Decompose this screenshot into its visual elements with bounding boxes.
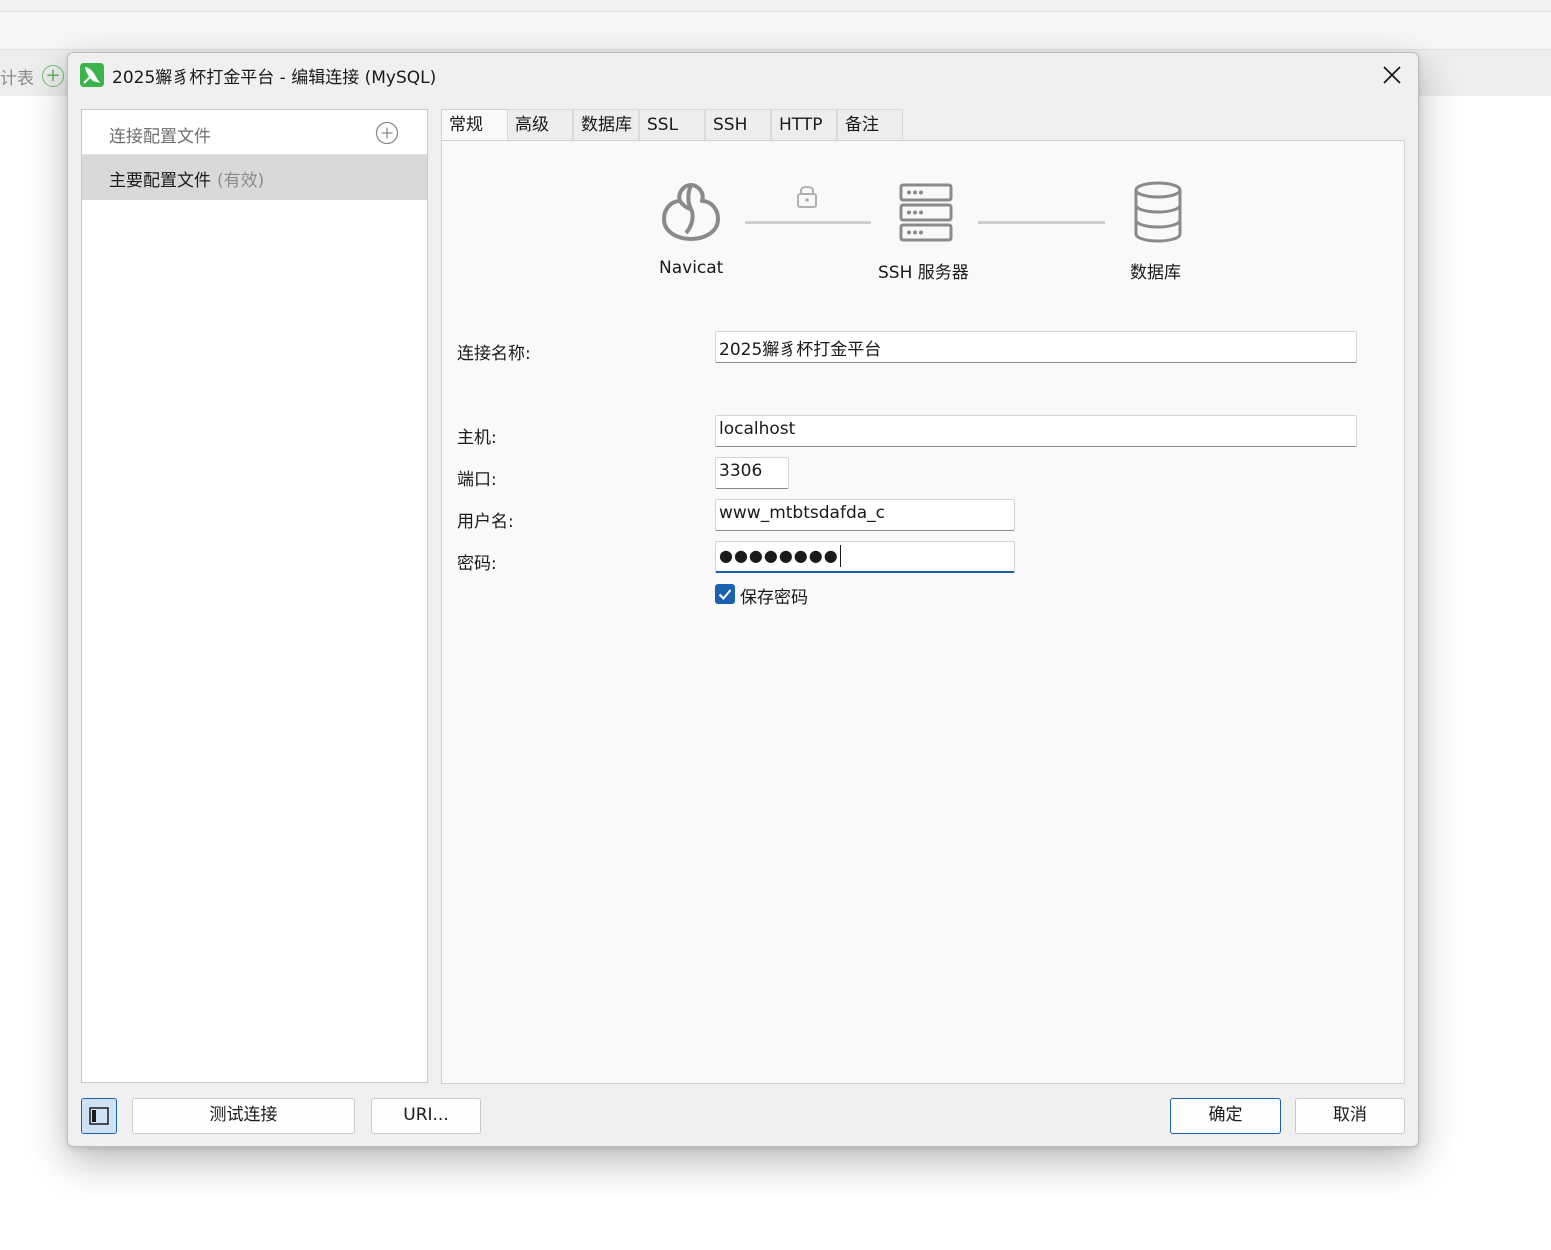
background-title-strip	[0, 0, 1551, 12]
close-icon[interactable]	[1380, 63, 1404, 87]
tab-notes[interactable]: 备注	[837, 109, 903, 141]
lock-icon	[795, 183, 819, 213]
username-input[interactable]: www_mtbtsdafda_c	[715, 499, 1015, 531]
tab-databases[interactable]: 数据库	[573, 109, 639, 141]
connection-name-label: 连接名称:	[457, 344, 531, 364]
database-label: 数据库	[1130, 263, 1181, 283]
save-password-label[interactable]: 保存密码	[740, 583, 808, 608]
host-input[interactable]: localhost	[715, 415, 1357, 447]
tab-general[interactable]: 常规	[441, 109, 510, 142]
uri-button[interactable]: URI...	[371, 1098, 481, 1134]
port-input[interactable]: 3306	[715, 457, 789, 489]
ok-button[interactable]: 确定	[1170, 1098, 1281, 1134]
sidebar-toggle-icon	[89, 1107, 109, 1125]
cancel-button[interactable]: 取消	[1295, 1098, 1405, 1134]
save-password-checkbox[interactable]	[715, 584, 735, 604]
profile-item-label: 主要配置文件 (有效)	[109, 166, 264, 191]
server-icon	[899, 183, 953, 247]
profile-item-name: 主要配置文件	[109, 171, 211, 191]
tab-advanced[interactable]: 高级	[507, 109, 573, 141]
navicat-label: Navicat	[659, 258, 724, 278]
add-profile-icon[interactable]	[375, 121, 399, 145]
edit-connection-dialog: 2025獬豸杯打金平台 - 编辑连接 (MySQL) 连接配置文件 主要配置文件…	[67, 52, 1419, 1147]
profile-panel-header: 连接配置文件	[82, 110, 427, 155]
tab-ssl[interactable]: SSL	[639, 109, 705, 141]
test-connection-button[interactable]: 测试连接	[132, 1098, 355, 1134]
background-toolbar	[0, 12, 1551, 50]
text-caret	[839, 545, 841, 567]
tab-http[interactable]: HTTP	[771, 109, 837, 141]
password-label: 密码:	[457, 554, 497, 574]
dialog-title: 2025獬豸杯打金平台 - 编辑连接 (MySQL)	[112, 68, 437, 88]
dialog-titlebar[interactable]: 2025獬豸杯打金平台 - 编辑连接 (MySQL)	[68, 53, 1418, 97]
connector-line-left	[745, 221, 871, 224]
background-tab-label[interactable]: 计表	[0, 64, 34, 89]
background-add-tab-icon[interactable]: +	[42, 65, 64, 87]
port-label: 端口:	[457, 470, 497, 490]
password-input[interactable]: ●●●●●●●●	[715, 541, 1015, 573]
toggle-sidebar-button[interactable]	[81, 1098, 117, 1134]
profile-panel: 连接配置文件 主要配置文件 (有效)	[81, 109, 428, 1083]
connector-line-right	[978, 221, 1105, 224]
ssh-server-label: SSH 服务器	[878, 263, 969, 283]
general-tab-content: Navicat SSH 服务器 数据库 连接名称: 2025獬豸杯打金平台 主机…	[441, 140, 1405, 1084]
navicat-icon	[660, 181, 722, 247]
profile-item-status: (有效)	[217, 171, 265, 191]
checkmark-icon	[718, 589, 732, 600]
connection-name-input[interactable]: 2025獬豸杯打金平台	[715, 331, 1357, 363]
tab-ssh[interactable]: SSH	[705, 109, 771, 141]
profile-panel-title: 连接配置文件	[109, 127, 211, 147]
profile-item-main[interactable]: 主要配置文件 (有效)	[82, 155, 427, 200]
navicat-app-icon	[80, 63, 104, 87]
database-icon	[1133, 181, 1183, 247]
host-label: 主机:	[457, 428, 497, 448]
username-label: 用户名:	[457, 512, 514, 532]
password-mask: ●●●●●●●●	[719, 546, 839, 565]
